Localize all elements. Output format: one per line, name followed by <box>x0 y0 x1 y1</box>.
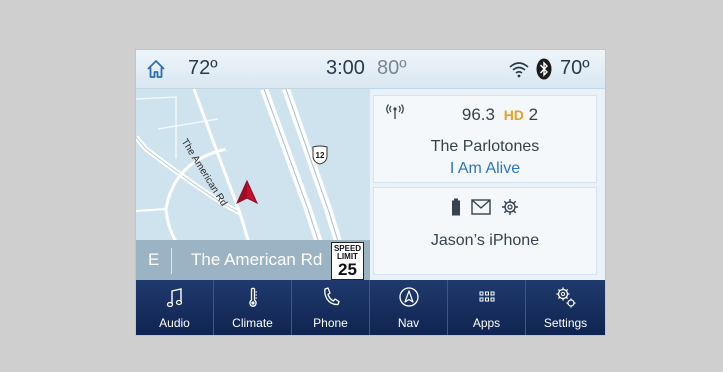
nav-phone-label: Phone <box>313 316 348 330</box>
nav-nav-button[interactable]: Nav <box>370 280 448 335</box>
nav-settings-button[interactable]: Settings <box>526 280 605 335</box>
bluetooth-icon <box>536 58 552 85</box>
right-panel: 96.3 HD 2 The Parlotones I Am Alive Jaso… <box>370 89 605 280</box>
phone-icon <box>324 287 340 306</box>
hd-channel: 2 <box>528 105 539 124</box>
message-icon <box>471 199 491 220</box>
music-note-icon <box>166 288 183 308</box>
battery-icon <box>451 198 461 221</box>
sync-screen: 72º 3:00 80º 70º The American Rd 12 E Th… <box>136 50 605 335</box>
thermometer-icon <box>249 287 257 307</box>
bottom-nav-bar: Audio Climate Phone Nav Apps Settings <box>136 280 605 335</box>
nav-settings-label: Settings <box>543 316 588 330</box>
settings-gear-icon <box>501 198 519 221</box>
route-shield-number: 12 <box>315 151 325 160</box>
status-bar: 72º 3:00 80º 70º <box>136 50 605 89</box>
nav-audio-label: Audio <box>159 316 190 330</box>
home-icon[interactable] <box>145 58 167 85</box>
phone-status-icons <box>374 198 596 221</box>
nav-phone-button[interactable]: Phone <box>292 280 370 335</box>
wifi-icon <box>508 59 530 84</box>
radio-frequency: 96.3 <box>461 105 495 124</box>
clock: 3:00 <box>326 57 365 79</box>
passenger-temperature[interactable]: 70º <box>560 57 590 80</box>
phone-card[interactable]: Jason’s iPhone <box>373 187 597 275</box>
song-title: I Am Alive <box>449 160 521 177</box>
heading-direction: E <box>148 250 160 269</box>
gears-icon <box>556 287 576 308</box>
nav-apps-label: Apps <box>472 316 501 330</box>
nav-audio-button[interactable]: Audio <box>136 280 214 335</box>
route-shield-icon: 12 <box>312 145 328 165</box>
navigation-icon <box>399 287 419 307</box>
nav-nav-label: Nav <box>397 316 420 330</box>
nav-climate-button[interactable]: Climate <box>214 280 292 335</box>
nav-climate-label: Climate <box>232 316 273 330</box>
hd-radio-badge: HD <box>503 107 524 123</box>
speed-limit-value: 25 <box>338 260 357 279</box>
current-street-name: The American Rd <box>191 250 323 269</box>
divider <box>171 248 172 274</box>
speed-limit-sign: SPEED LIMIT 25 <box>331 242 364 280</box>
paired-phone-name: Jason’s iPhone <box>430 232 540 249</box>
audio-card[interactable]: 96.3 HD 2 The Parlotones I Am Alive <box>373 95 597 183</box>
driver-temperature[interactable]: 72º <box>188 57 218 80</box>
apps-grid-icon <box>479 291 495 302</box>
nav-apps-button[interactable]: Apps <box>448 280 526 335</box>
artist-name: The Parlotones <box>430 138 540 155</box>
outside-temperature: 80º <box>377 57 407 79</box>
radio-station: 96.3 HD 2 <box>374 105 596 125</box>
